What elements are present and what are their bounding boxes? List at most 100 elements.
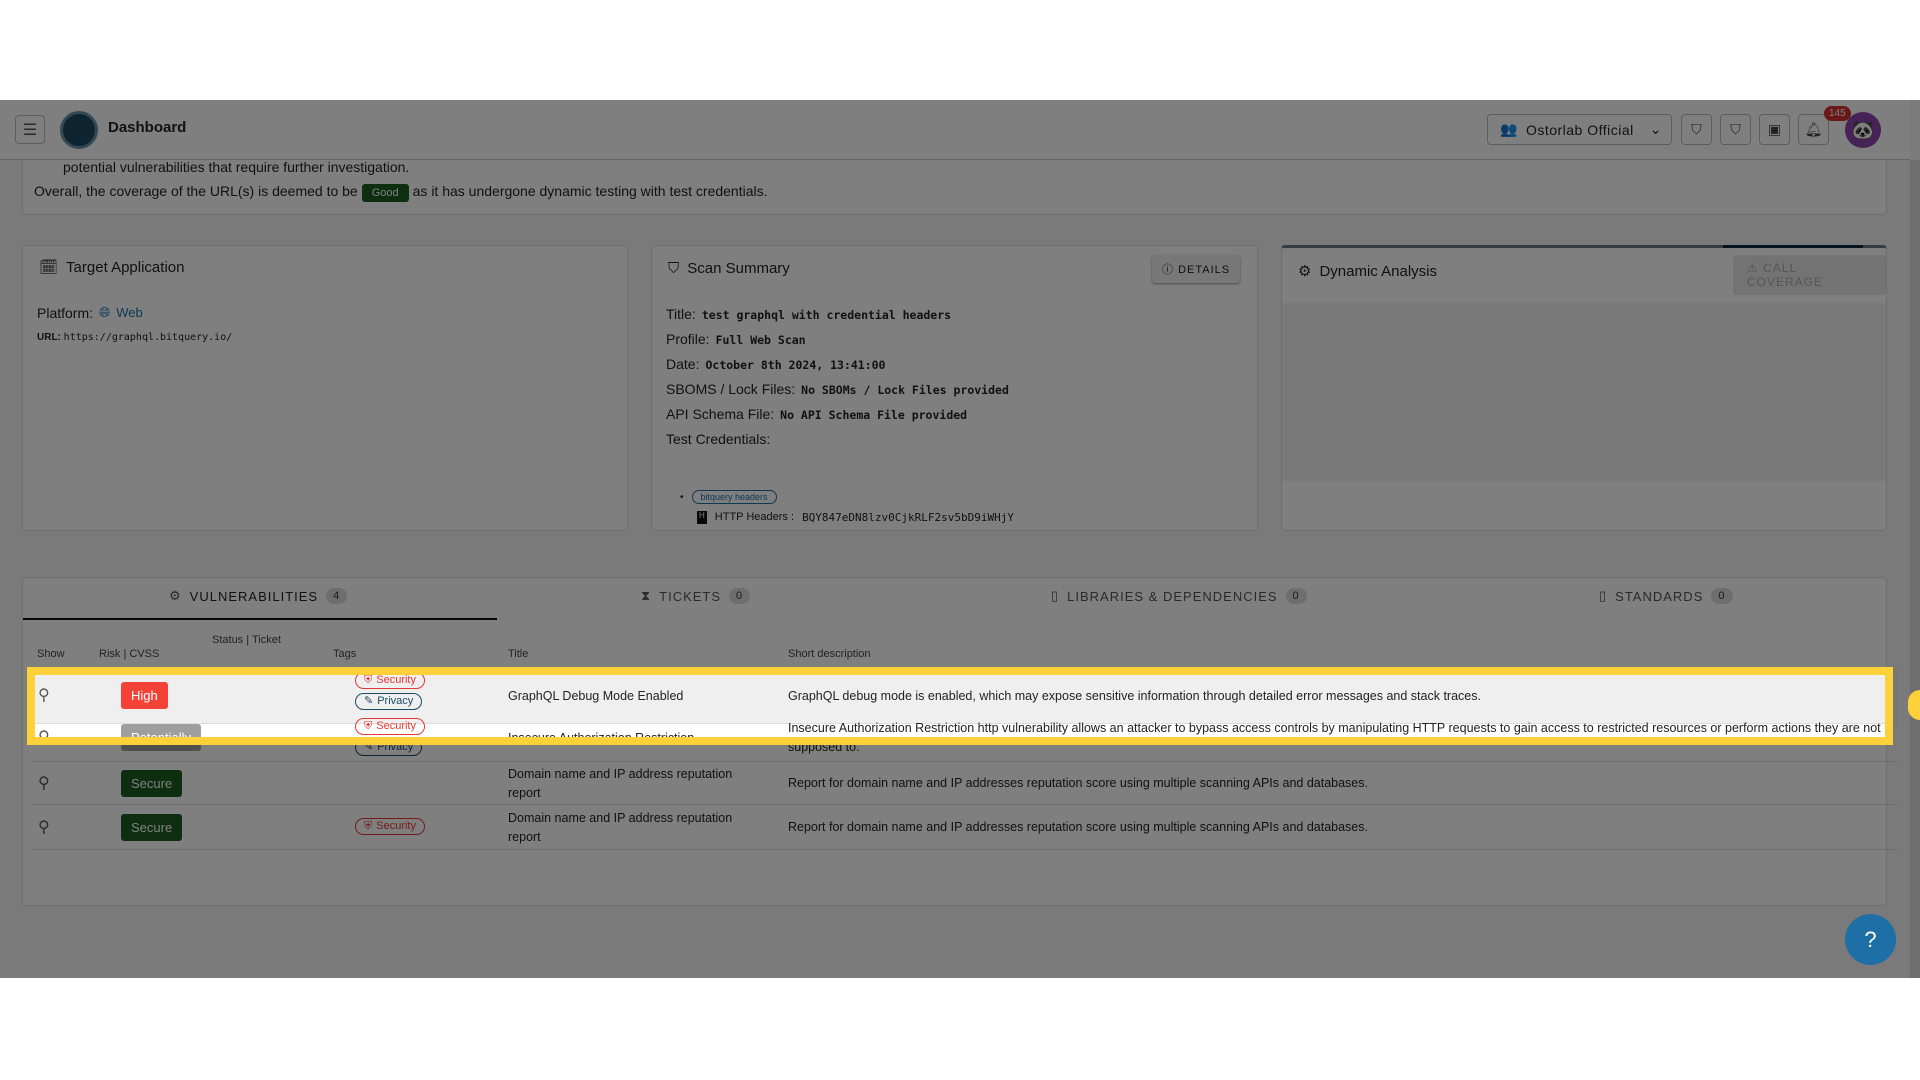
menu-icon: ☰ bbox=[22, 121, 38, 139]
field-label: Title: bbox=[666, 306, 696, 322]
calendar-icon: 🗓︎ bbox=[39, 259, 59, 276]
progress-indicator bbox=[1723, 245, 1863, 248]
help-button[interactable]: ? bbox=[1845, 914, 1896, 965]
scrollbar[interactable] bbox=[1910, 160, 1920, 978]
field-value: No SBOMs / Lock Files provided bbox=[801, 383, 1009, 397]
credential-chip[interactable]: bitquery headers bbox=[691, 490, 777, 504]
title-text: Domain name and IP address reputation re… bbox=[508, 810, 733, 844]
column-header[interactable]: Risk | CVSS bbox=[99, 648, 159, 660]
add-scan-button[interactable]: ⛉ bbox=[1681, 114, 1712, 145]
vulnerability-title[interactable]: Domain name and IP address reputation re… bbox=[508, 766, 758, 800]
tab-count: 4 bbox=[326, 588, 348, 604]
tab-vulnerabilities[interactable]: ⚙ VULNERABILITIES 4 bbox=[169, 588, 348, 604]
title-text: Domain name and IP address reputation re… bbox=[508, 766, 733, 800]
app: ☰ Dashboard 👥 Ostorlab Official ⌄ ⛉ ⛉ ▣ 🔔︎… bbox=[0, 100, 1920, 978]
description-text: GraphQL debug mode is enabled, which may… bbox=[788, 688, 1481, 703]
search-icon[interactable]: ⚲ bbox=[38, 727, 50, 747]
globe-icon: 🌐︎ bbox=[99, 304, 111, 320]
tag-privacy: ✎ Privacy bbox=[355, 739, 423, 756]
tab-count: 0 bbox=[1285, 588, 1307, 604]
org-selector[interactable]: 👥 Ostorlab Official ⌄ bbox=[1487, 114, 1672, 145]
scan-field: SBOMS / Lock Files: No SBOMs / Lock Files… bbox=[666, 381, 1009, 397]
team-icon: 👥 bbox=[1500, 121, 1518, 137]
tag-label: Security bbox=[376, 819, 416, 832]
column-header[interactable]: Status | Ticket bbox=[212, 634, 281, 646]
shield-icon: ⛉ bbox=[668, 260, 680, 277]
hierarchy-icon: ⚠ bbox=[1747, 261, 1764, 275]
tag-privacy: ✎ Privacy bbox=[355, 693, 423, 710]
security-button[interactable]: ⛉ bbox=[1720, 114, 1751, 145]
vulnerability-title[interactable]: Insecure Authorization Restriction bbox=[508, 722, 758, 754]
camera-icon: ✎ bbox=[364, 741, 374, 753]
risk-badge: Potentially bbox=[121, 724, 201, 751]
credential-detail: H HTTP Headers : BQY847eDN8lzv0CjkRLF2sv5b… bbox=[697, 511, 1014, 524]
notifications-button[interactable]: 🔔︎ bbox=[1798, 114, 1829, 145]
title-text: GraphQL Debug Mode Enabled bbox=[508, 688, 684, 703]
risk-badge: Secure bbox=[121, 813, 183, 841]
menu-button[interactable]: ☰ bbox=[15, 115, 45, 144]
tab-label: STANDARDS bbox=[1615, 588, 1704, 604]
package-icon: ▯ bbox=[1051, 588, 1060, 603]
tab-label: LIBRARIES & DEPENDENCIES bbox=[1067, 588, 1278, 604]
column-header[interactable]: Title bbox=[508, 648, 528, 660]
table-row[interactable]: ⚲ Potentially ⛨ Security ✎ Privacy Insecure… bbox=[33, 714, 1898, 762]
details-label: DETAILS bbox=[1178, 264, 1231, 276]
credential-key: HTTP Headers : bbox=[714, 511, 795, 523]
tab-tickets[interactable]: ⧗ TICKETS 0 bbox=[641, 588, 751, 604]
field-value: Full Web Scan bbox=[715, 333, 806, 347]
coverage-text: Overall, the coverage of the URL(s) is d… bbox=[34, 183, 768, 202]
search-icon[interactable]: ⚲ bbox=[38, 817, 50, 837]
short-description: Insecure Authorization Restriction http … bbox=[788, 721, 1888, 754]
shield-icon: ⛨ bbox=[364, 674, 373, 686]
risk-badge: Secure bbox=[121, 769, 183, 797]
field-value: October 8th 2024, 13:41:00 bbox=[705, 358, 886, 372]
dynamic-analysis-card: ⚙ Dynamic Analysis ⚠ CALL COVERAGE bbox=[1281, 245, 1887, 531]
description-text: Report for domain name and IP addresses … bbox=[788, 820, 1368, 834]
card-title: ⛉ Scan Summary bbox=[668, 260, 790, 277]
logo[interactable] bbox=[60, 111, 98, 149]
column-header[interactable]: Short description bbox=[788, 648, 871, 660]
risk-badge: High bbox=[121, 682, 168, 709]
card-title: ⚙ Dynamic Analysis bbox=[1298, 262, 1437, 281]
details-button[interactable]: ⓘ DETAILS bbox=[1152, 255, 1241, 283]
scan-field: Date: October 8th 2024, 13:41:00 bbox=[666, 356, 1009, 372]
tags: ⛨ Security bbox=[355, 817, 425, 839]
field-label: Date: bbox=[666, 356, 700, 372]
platform-label: Platform: bbox=[37, 304, 94, 321]
scan-summary-card: ⛉ Scan Summary ⓘ DETAILS Title: test graph… bbox=[651, 245, 1258, 531]
field-value: No API Schema File provided bbox=[780, 408, 968, 422]
vulnerability-title[interactable]: GraphQL Debug Mode Enabled bbox=[508, 680, 758, 712]
field-value: test graphql with credential headers bbox=[701, 308, 952, 322]
column-header[interactable]: Show bbox=[37, 648, 65, 660]
header-icon: H bbox=[697, 511, 707, 524]
field-label: Profile: bbox=[666, 331, 710, 347]
credential-item: • bitquery headers bbox=[680, 490, 777, 504]
avatar[interactable]: 🐼 bbox=[1845, 112, 1881, 148]
card-title: 🗓︎ Target Application bbox=[39, 258, 184, 277]
tab-libraries[interactable]: ▯ LIBRARIES & DEPENDENCIES 0 bbox=[1051, 588, 1307, 604]
info-icon: ⓘ bbox=[1162, 264, 1179, 276]
results-card: ⚙ VULNERABILITIES 4 ⧗ TICKETS 0 ▯ LIBRARIES &… bbox=[22, 577, 1898, 906]
platform: Platform: 🌐︎ Web bbox=[37, 304, 143, 321]
active-tab-indicator bbox=[23, 618, 497, 620]
credential-value: BQY847eDN8lzv0CjkRLF2sv5bD9iWHjY bbox=[802, 511, 1014, 524]
tab-standards[interactable]: ▯ STANDARDS 0 bbox=[1599, 588, 1733, 604]
table-row[interactable]: ⚲ Secure Domain name and IP address repu… bbox=[33, 762, 1898, 805]
target-application-card: 🗓︎ Target Application Platform: 🌐︎ Web URL:… bbox=[22, 245, 628, 531]
camera-icon: ✎ bbox=[364, 695, 374, 707]
notification-count: 145 bbox=[1824, 106, 1851, 121]
dynamic-title: Dynamic Analysis bbox=[1319, 262, 1437, 280]
tag-security: ⛨ Security bbox=[355, 718, 425, 735]
url-label: URL: bbox=[37, 332, 61, 343]
column-header[interactable]: Tags bbox=[333, 648, 356, 660]
ticket-icon: ▣ bbox=[1767, 121, 1782, 137]
page-title: Dashboard bbox=[108, 119, 187, 136]
search-icon[interactable]: ⚲ bbox=[38, 685, 50, 705]
tickets-button[interactable]: ▣ bbox=[1759, 114, 1790, 145]
search-icon[interactable]: ⚲ bbox=[38, 773, 50, 793]
credentials-label: Test Credentials: bbox=[666, 431, 771, 447]
vulnerability-title[interactable]: Domain name and IP address reputation re… bbox=[508, 810, 758, 844]
table-row[interactable]: ⚲ Secure ⛨ Security Domain name and IP ad… bbox=[33, 805, 1898, 850]
call-coverage-button[interactable]: ⚠ CALL COVERAGE bbox=[1733, 255, 1886, 295]
highlight-pointer bbox=[1908, 690, 1920, 720]
